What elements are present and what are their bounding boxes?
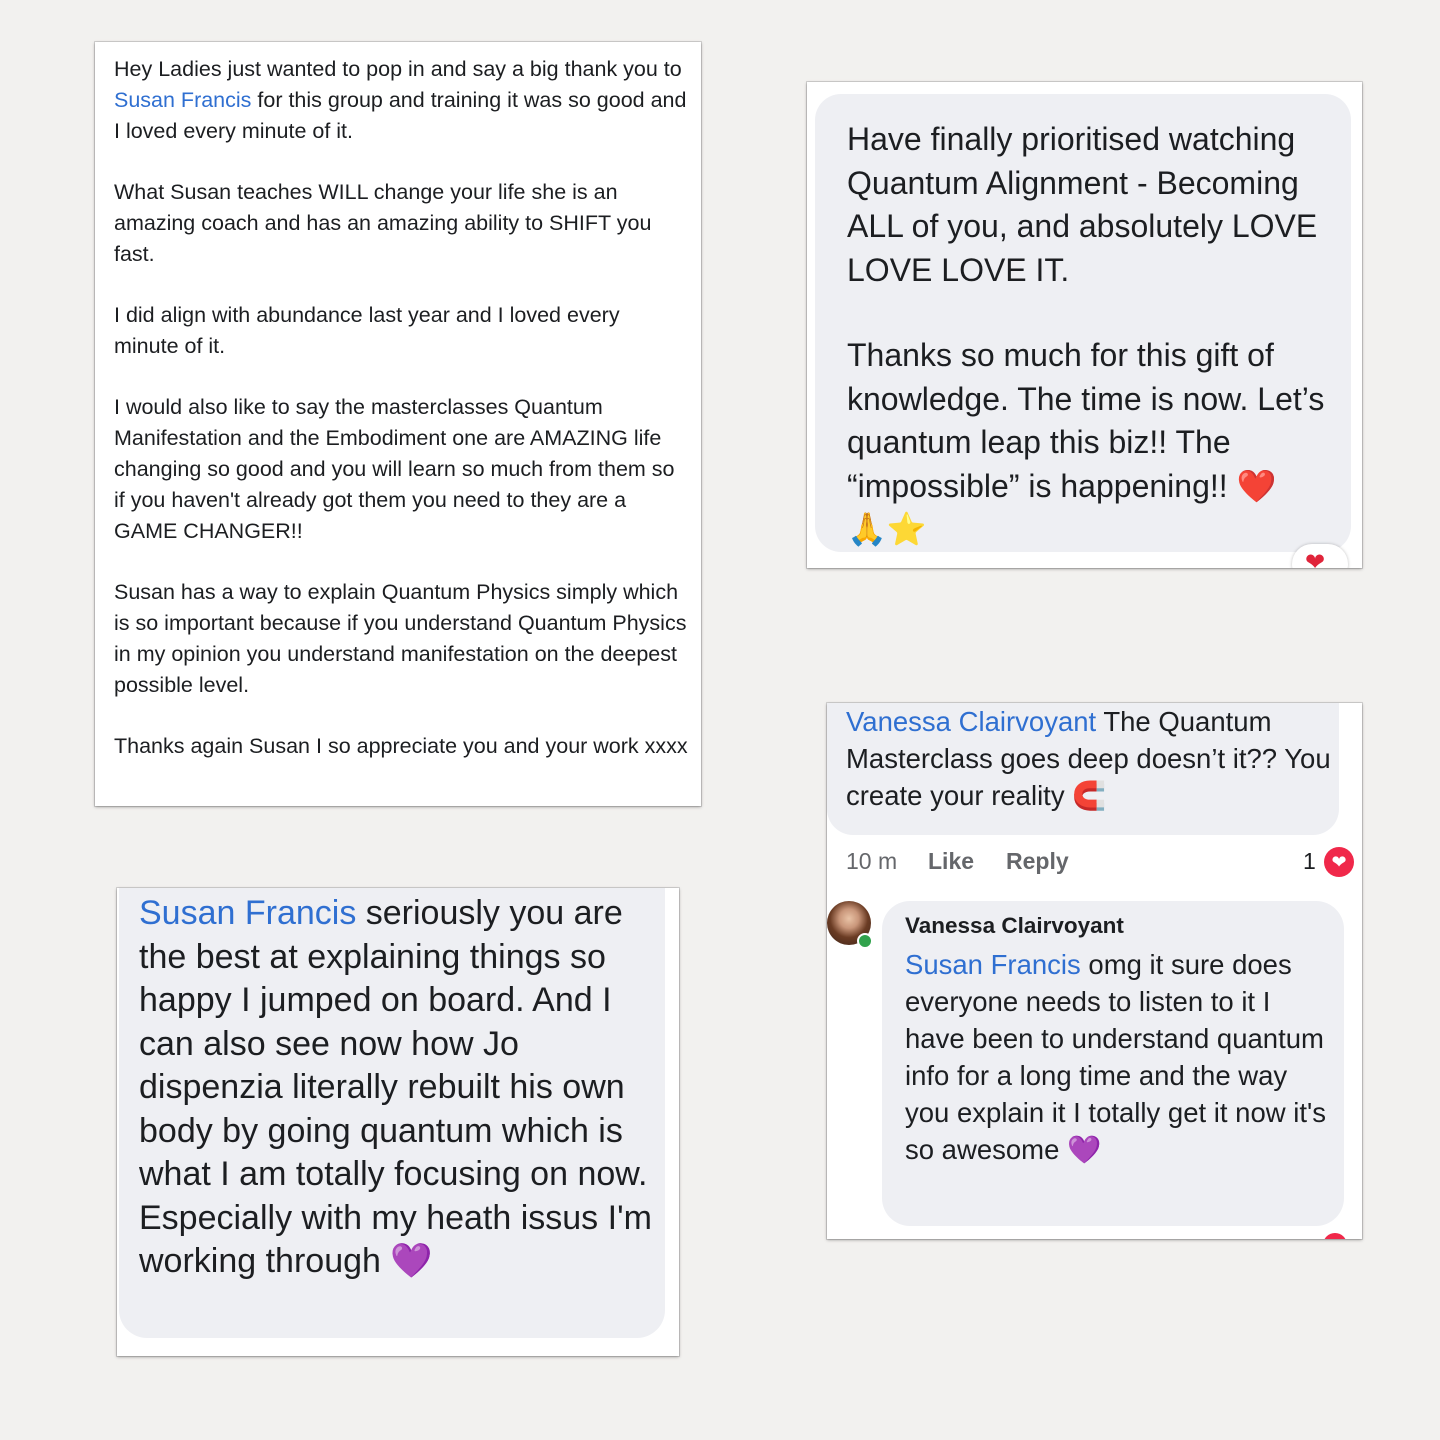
mention-link[interactable]: Susan Francis	[905, 949, 1081, 980]
like-button[interactable]: Like	[928, 848, 974, 875]
post-paragraph: I would also like to say the masterclass…	[114, 395, 675, 543]
comment-body: seriously you are the best at explaining…	[139, 894, 652, 1280]
pray-star-emoji: 🙏⭐	[847, 510, 927, 548]
message-paragraph: Have finally prioritised watching Quantu…	[847, 121, 1318, 288]
reply-bubble: Vanessa Clairvoyant Susan Francis omg it…	[882, 901, 1344, 1226]
heart-reaction-badge[interactable]: ❤	[1292, 544, 1348, 568]
reaction-count: 1	[1303, 848, 1316, 874]
reply-body: omg it sure does everyone needs to liste…	[905, 949, 1327, 1165]
post-paragraph: I did align with abundance last year and…	[114, 303, 620, 358]
purple-heart-emoji: 💜	[390, 1241, 433, 1281]
message-paragraph: Thanks so much for this gift of knowledg…	[847, 334, 1347, 552]
red-heart-emoji: ❤️	[1236, 466, 1277, 505]
post-paragraph: Thanks again Susan I so appreciate you a…	[114, 734, 688, 758]
mention-link[interactable]: Vanessa Clairvoyant	[846, 706, 1096, 737]
testimonial-thread-card: Vanessa Clairvoyant The Quantum Mastercl…	[827, 703, 1362, 1239]
online-status-dot	[857, 933, 873, 949]
reaction-badge-partial	[1323, 1233, 1347, 1239]
purple-heart-emoji: 💜	[1067, 1134, 1102, 1166]
mention-link[interactable]: Susan Francis	[114, 88, 251, 112]
comment-timestamp: 10 m	[846, 848, 898, 874]
comment-text: Vanessa Clairvoyant The Quantum Mastercl…	[846, 703, 1336, 815]
comment-text: Susan Francis seriously you are the best…	[139, 892, 659, 1284]
reply-button[interactable]: Reply	[1006, 848, 1069, 875]
message-bubble: Have finally prioritised watching Quantu…	[815, 94, 1351, 552]
post-paragraph: Hey Ladies just wanted to pop in and say…	[114, 54, 688, 147]
magnet-emoji: 🧲	[1072, 780, 1107, 812]
reply-author-name[interactable]: Vanessa Clairvoyant	[905, 913, 1124, 939]
reply-text: Susan Francis omg it sure does everyone …	[905, 946, 1335, 1169]
heart-reaction-icon[interactable]: ❤	[1324, 847, 1354, 877]
testimonial-message-card: Have finally prioritised watching Quantu…	[807, 82, 1362, 568]
post-body: Hey Ladies just wanted to pop in and say…	[114, 54, 688, 792]
mention-link[interactable]: Susan Francis	[139, 894, 356, 932]
testimonial-comment-card: Susan Francis seriously you are the best…	[117, 888, 679, 1356]
testimonial-post-card: Hey Ladies just wanted to pop in and say…	[95, 42, 701, 806]
heart-icon: ❤	[1305, 549, 1326, 568]
post-paragraph: What Susan teaches WILL change your life…	[114, 180, 652, 266]
message-text: Have finally prioritised watching Quantu…	[847, 118, 1347, 552]
comment-actions: 10 m Like Reply 1 ❤	[846, 847, 1356, 878]
post-paragraph: Susan has a way to explain Quantum Physi…	[114, 580, 687, 697]
post-text: Hey Ladies just wanted to pop in and say…	[114, 57, 682, 81]
